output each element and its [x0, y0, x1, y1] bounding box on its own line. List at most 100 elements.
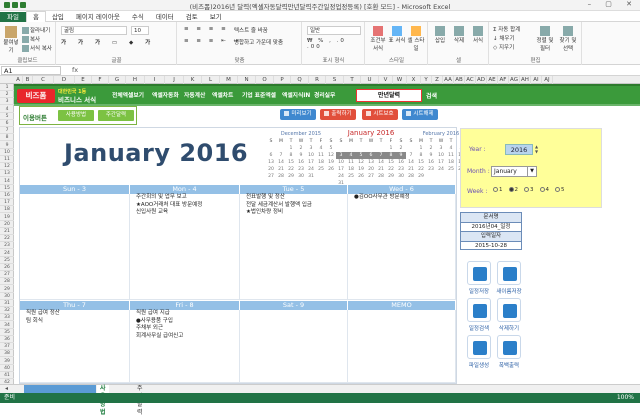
day-cell[interactable]: 전표발행 및 정산 전달 세금계산서 발행액 입금 ★법인차량 정비 [240, 194, 348, 300]
mini-day[interactable]: 16 [396, 159, 406, 166]
mini-day[interactable]: 20 [266, 166, 276, 173]
mini-day[interactable] [446, 173, 456, 180]
usage-guide-button[interactable]: 사용방법 [58, 110, 94, 121]
wrap-text-button[interactable]: 텍스트 줄 바꿈 [234, 26, 268, 34]
mini-day[interactable]: 11 [346, 159, 356, 166]
row-header[interactable]: 10 [0, 149, 14, 156]
year-spinner[interactable]: ▲ ▼ [535, 144, 541, 155]
mini-day[interactable]: 1 [286, 145, 296, 152]
mini-day[interactable]: 28 [276, 173, 286, 180]
mini-day[interactable]: 22 [386, 166, 396, 173]
mini-day[interactable]: 15 [416, 159, 426, 166]
column-header[interactable]: T [344, 76, 361, 84]
mini-day[interactable] [426, 173, 436, 180]
mini-day[interactable]: 24 [336, 173, 346, 180]
mini-day[interactable]: 19 [356, 166, 366, 173]
day-cell[interactable] [20, 194, 130, 300]
schedule-entry[interactable]: 주채부 외근 [130, 325, 239, 333]
bizforms-logo[interactable]: 비즈폼 [17, 89, 55, 103]
banner-search-input[interactable]: 만년달력 [356, 89, 422, 102]
cut-button[interactable]: 잘라내기 [22, 26, 50, 34]
mini-day[interactable]: 10 [336, 159, 346, 166]
mini-day[interactable]: 23 [296, 166, 306, 173]
mini-day[interactable] [276, 145, 286, 152]
mini-day[interactable]: 12 [356, 159, 366, 166]
column-header[interactable]: J [165, 76, 184, 84]
week-radio-2[interactable]: 2 [508, 187, 522, 193]
column-header[interactable]: M [220, 76, 238, 84]
mini-day[interactable] [346, 145, 356, 152]
column-header[interactable]: D [54, 76, 75, 84]
weekly-calendar-button[interactable]: 주간달력 [98, 110, 134, 121]
mini-day[interactable]: 21 [406, 166, 416, 173]
schedule-entry[interactable]: 전표발행 및 정산 [240, 194, 347, 202]
conditional-format-button[interactable]: 조건부 서식 [369, 26, 387, 52]
year-input[interactable]: 2016 [505, 144, 533, 155]
column-header[interactable]: H [126, 76, 145, 84]
mini-day[interactable]: 7 [276, 152, 286, 159]
mini-day[interactable]: 5 [326, 145, 336, 152]
schedule-entry[interactable]: 회계사무실 급여신고 [130, 333, 239, 341]
mini-day[interactable]: 30 [296, 173, 306, 180]
mini-day[interactable]: 26 [326, 166, 336, 173]
save-icon[interactable] [467, 261, 491, 285]
day-cell[interactable]: 직원 급여 정산 팀 회식 [20, 310, 130, 383]
action-button-1[interactable]: 출력하기 [320, 109, 356, 120]
column-header[interactable]: F [92, 76, 109, 84]
mini-day[interactable]: 17 [436, 159, 446, 166]
column-header[interactable]: W [393, 76, 407, 84]
row-header[interactable]: 13 [0, 170, 14, 178]
column-header[interactable]: AJ [542, 76, 553, 84]
mini-day[interactable]: 19 [326, 159, 336, 166]
mini-day[interactable]: 10 [306, 152, 316, 159]
number-buttons[interactable]: ₩ % , .0 .00 [307, 38, 364, 50]
column-header[interactable]: X [407, 76, 421, 84]
mini-day[interactable]: 24 [306, 166, 316, 173]
row-header[interactable]: 26 [0, 264, 14, 271]
sort-filter-button[interactable]: 정렬 및 필터 [534, 26, 556, 52]
schedule-entry[interactable]: ●사무용품 구입 [130, 318, 239, 326]
row-header[interactable]: 32 [0, 307, 14, 315]
row-header[interactable]: 25 [0, 257, 14, 264]
column-header[interactable]: AG [509, 76, 520, 84]
column-header[interactable]: V [379, 76, 393, 84]
column-header[interactable]: AA [443, 76, 454, 84]
row-header[interactable]: 28 [0, 278, 14, 286]
mini-day[interactable]: 17 [336, 166, 346, 173]
banner-search-button[interactable]: 검색 [426, 91, 437, 100]
mini-day[interactable]: 15 [386, 159, 396, 166]
column-header[interactable]: R [309, 76, 326, 84]
mini-day[interactable]: 20 [366, 166, 376, 173]
mini-day[interactable]: 13 [266, 159, 276, 166]
row-header[interactable]: 33 [0, 314, 14, 322]
font-size-select[interactable]: 10 [131, 26, 149, 35]
column-header[interactable]: A [14, 76, 23, 84]
mini-day[interactable]: 18 [346, 166, 356, 173]
row-header[interactable]: 16 [0, 192, 14, 199]
day-cell[interactable] [240, 310, 348, 383]
mini-day[interactable]: 1 [386, 145, 396, 152]
row-header[interactable]: 1 [0, 84, 14, 91]
week-radio-4[interactable]: 4 [539, 187, 553, 193]
mini-day[interactable]: 8 [386, 152, 396, 159]
column-header[interactable]: I [145, 76, 165, 84]
column-header[interactable]: B [23, 76, 33, 84]
row-header[interactable]: 29 [0, 286, 14, 293]
column-header[interactable]: U [361, 76, 379, 84]
row-header[interactable]: 7 [0, 127, 14, 135]
mini-day[interactable]: 21 [276, 166, 286, 173]
mini-day[interactable]: 30 [396, 173, 406, 180]
copy-button[interactable]: 복사 [22, 35, 40, 43]
sheet-tab-usage[interactable]: 사용방법 [97, 385, 109, 416]
banner-nav-4[interactable]: 기업 표준엑셀 [242, 90, 276, 99]
row-header[interactable]: 34 [0, 322, 14, 329]
mini-day[interactable] [406, 145, 416, 152]
row-header[interactable]: 23 [0, 242, 14, 250]
mini-day[interactable]: 28 [406, 173, 416, 180]
mini-day[interactable]: 14 [406, 159, 416, 166]
cell-style-button[interactable]: 셀 스타일 [407, 26, 425, 52]
row-header[interactable]: 2 [0, 91, 14, 99]
mini-day[interactable]: 27 [266, 173, 276, 180]
row-header[interactable]: 18 [0, 206, 14, 214]
row-header[interactable]: 17 [0, 199, 14, 207]
